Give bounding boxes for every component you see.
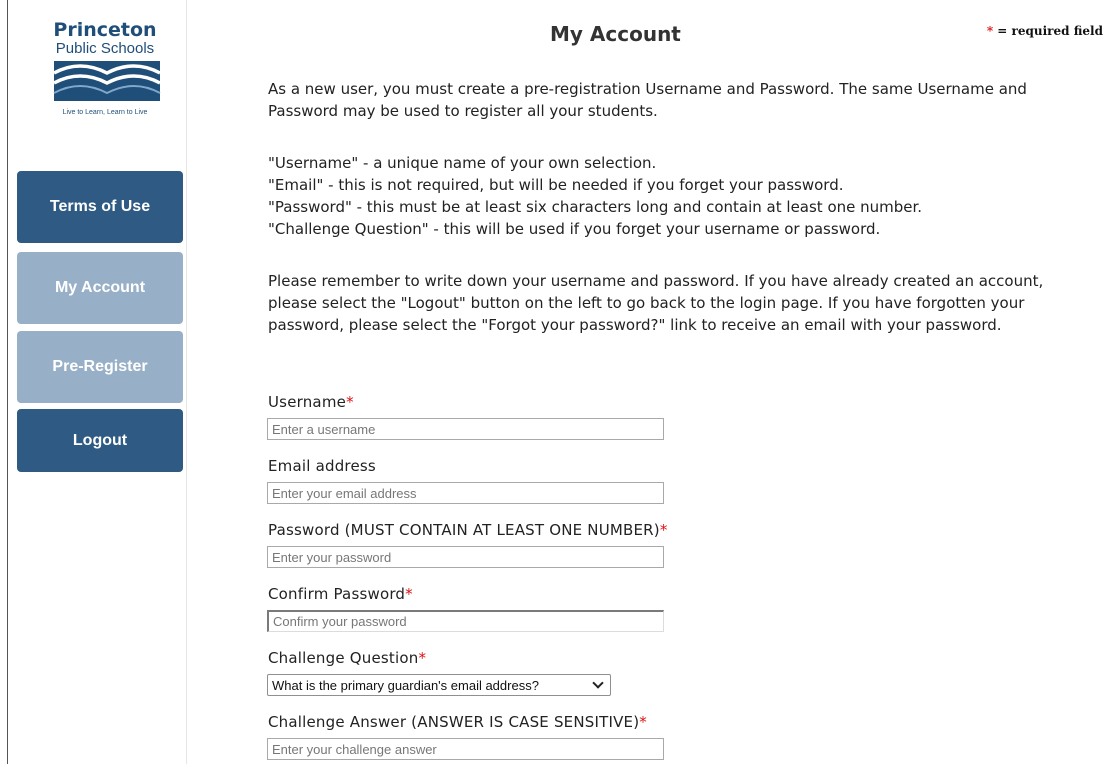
confirm-password-input[interactable] [267,610,664,632]
desc-email: "Email" - this is not required, but will… [268,176,844,194]
desc-username: "Username" - a unique name of your own s… [268,154,657,172]
logo-title: Princeton [53,19,157,41]
desc-challenge-question: "Challenge Question" - this will be used… [268,220,881,238]
chevron-down-icon [592,677,604,689]
intro-text: As a new user, you must create a pre-reg… [268,80,1027,120]
email-label: Email address [268,457,376,475]
required-star: * [405,585,413,603]
password-label-text: Password (MUST CONTAIN AT LEAST ONE NUMB… [268,521,660,539]
school-logo[interactable]: Princeton Public Schools Live to Learn, … [36,20,178,125]
username-label-text: Username [268,393,347,411]
intro-paragraph: As a new user, you must create a pre-reg… [268,78,1068,122]
page-title: My Account [550,22,681,46]
challenge-question-label: Challenge Question* [268,649,426,667]
required-legend-text: = required field [993,24,1103,38]
book-emblem-icon [53,61,161,101]
nav-terms-of-use-button[interactable]: Terms of Use [17,171,183,243]
email-input[interactable] [267,482,664,504]
nav-my-account-button[interactable]: My Account [17,252,183,324]
required-star: * [639,713,647,731]
challenge-question-selected: What is the primary guardian's email add… [272,677,539,693]
challenge-answer-input[interactable] [267,738,664,760]
challenge-question-select[interactable]: What is the primary guardian's email add… [267,674,611,696]
reminder-text: Please remember to write down your usern… [268,272,1044,334]
required-star: * [418,649,427,667]
sidebar: Princeton Public Schools Live to Learn, … [8,0,187,764]
nav-pre-register-button[interactable]: Pre-Register [17,331,183,403]
challenge-answer-label-text: Challenge Answer (ANSWER IS CASE SENSITI… [268,713,640,731]
password-label: Password (MUST CONTAIN AT LEAST ONE NUMB… [268,521,668,539]
required-star: * [346,393,354,411]
required-field-legend: * = required field [987,24,1103,38]
desc-password: "Password" - this must be at least six c… [268,198,923,216]
field-descriptions: "Username" - a unique name of your own s… [268,152,1068,240]
logo-tagline: Live to Learn, Learn to Live [62,109,148,116]
logo-subtitle: Public Schools [55,40,155,57]
confirm-password-label: Confirm Password* [268,585,413,603]
reminder-paragraph: Please remember to write down your usern… [268,270,1068,336]
confirm-password-label-text: Confirm Password [268,585,406,603]
challenge-answer-label: Challenge Answer (ANSWER IS CASE SENSITI… [268,713,647,731]
required-star: * [659,521,668,539]
username-input[interactable] [267,418,664,440]
username-label: Username* [268,393,354,411]
nav-logout-button[interactable]: Logout [17,409,183,472]
challenge-question-label-text: Challenge Question [268,649,419,667]
password-input[interactable] [267,546,664,568]
